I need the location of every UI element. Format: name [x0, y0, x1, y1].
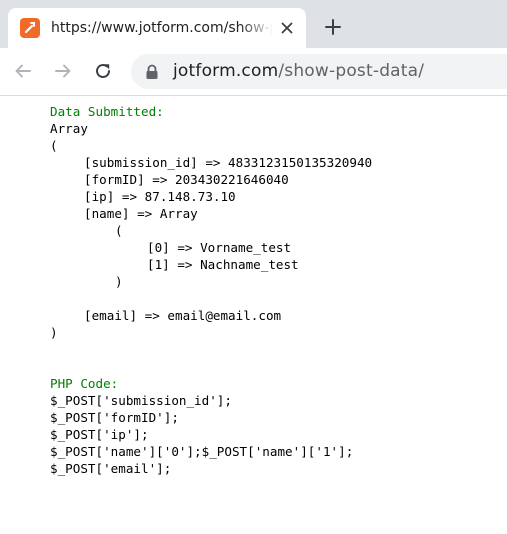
php-line: $_POST['ip']; [50, 427, 149, 442]
name-array-open-paren: ( [115, 223, 123, 238]
php-code-heading: PHP Code: [50, 376, 119, 391]
back-arrow-icon[interactable] [11, 59, 35, 83]
name-array-close-paren: ) [115, 274, 123, 289]
name-line: [name] => Array [84, 206, 198, 221]
url-path: /show-post-data/ [278, 61, 425, 81]
data-submitted-heading: Data Submitted: [50, 104, 164, 119]
email-line: [email] => email@email.com [84, 308, 282, 323]
browser-toolbar: jotform.com/show-post-data/ [0, 48, 507, 96]
reload-icon[interactable] [91, 59, 115, 83]
php-line: $_POST['submission_id']; [50, 393, 232, 408]
forward-arrow-icon[interactable] [51, 59, 75, 83]
plus-icon[interactable] [321, 15, 345, 39]
url-host: jotform.com [173, 61, 279, 81]
submission-id-line: [submission_id] => 483312315013532094​0 [84, 155, 373, 170]
tab-strip: https://www.jotform.com/show-post-data/ [0, 0, 507, 48]
name-item-0: [0] => Vorname_test [147, 240, 292, 255]
close-icon[interactable] [278, 19, 296, 37]
browser-tab[interactable]: https://www.jotform.com/show-post-data/ [8, 8, 306, 48]
tab-title: https://www.jotform.com/show-post-data/ [51, 20, 273, 36]
php-line: $_POST['formID']; [50, 410, 179, 425]
name-item-1: [1] => Nachname_test [147, 257, 299, 272]
address-bar[interactable]: jotform.com/show-post-data/ [131, 54, 507, 89]
php-line: $_POST['name']['0'];$_POST['name']['1']; [50, 444, 354, 459]
array-close-paren: ) [50, 325, 58, 340]
jotform-favicon-icon [20, 18, 40, 38]
ip-line: [ip] => 87.148.73.10 [84, 189, 236, 204]
page-content: Data Submitted: Array ( [submission_id] … [50, 103, 372, 477]
array-label: Array [50, 121, 88, 136]
php-line: $_POST['email']; [50, 461, 172, 476]
lock-icon[interactable] [145, 64, 159, 80]
url-text[interactable]: jotform.com/show-post-data/ [173, 61, 424, 81]
array-open-paren: ( [50, 138, 58, 153]
form-id-line: [formID] => 203430221646040 [84, 172, 289, 187]
